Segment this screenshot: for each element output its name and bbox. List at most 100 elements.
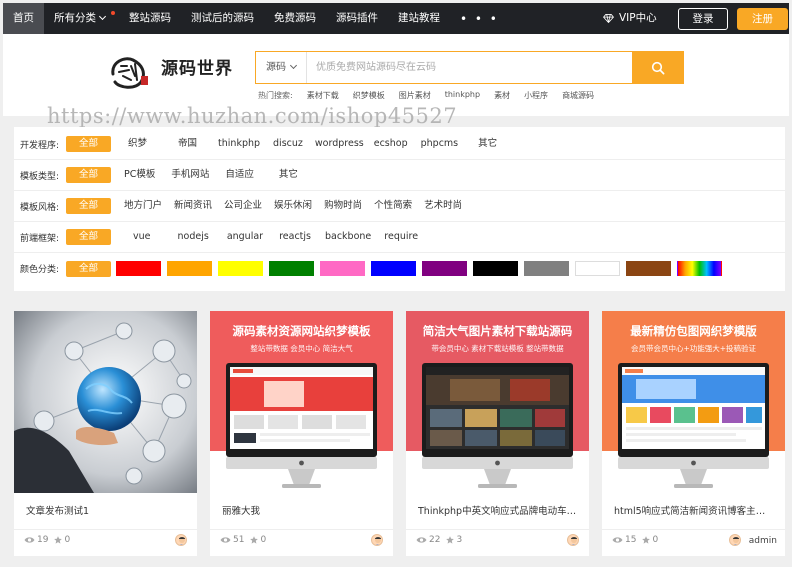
card-thumbnail-globe[interactable] <box>14 311 197 493</box>
hot-search-term[interactable]: 小程序 <box>524 90 548 101</box>
logo-text: 源码世界 <box>161 59 233 79</box>
nav-all-categories[interactable]: 所有分类 <box>44 3 119 34</box>
hot-search-term[interactable]: 素材下载 <box>307 90 339 101</box>
filter-option[interactable]: PC模板 <box>124 167 155 183</box>
chevron-down-icon <box>98 12 107 21</box>
filter-option[interactable]: 个性简索 <box>374 198 412 214</box>
card-title[interactable]: 丽雅大我 <box>222 503 382 517</box>
filter-option-all[interactable]: 全部 <box>66 260 111 277</box>
hot-search-term[interactable]: 图片素材 <box>399 90 431 101</box>
nav-tested-source[interactable]: 测试后的源码 <box>181 3 264 34</box>
filter-option[interactable]: 新闻资讯 <box>174 198 212 214</box>
hot-search-term[interactable]: 素材 <box>494 90 510 101</box>
resource-card[interactable]: 最新精仿包图网织梦模版 会员带会员中心+功能强大+投稿验证 html5响应式简洁… <box>602 311 785 556</box>
filter-option-all[interactable]: 全部 <box>66 167 111 183</box>
filter-option[interactable]: reactjs <box>279 229 311 245</box>
color-swatch[interactable] <box>473 261 518 276</box>
filter-option[interactable]: 艺术时尚 <box>424 198 462 214</box>
author-avatar[interactable] <box>567 534 579 546</box>
author-name[interactable]: admin <box>749 536 777 546</box>
filter-option[interactable]: thinkphp <box>218 136 260 152</box>
filter-row-frontend-framework: 前端框架: 全部 vue nodejs angular reactjs back… <box>14 222 785 253</box>
search-button[interactable] <box>632 52 683 83</box>
nav-home[interactable]: 首页 <box>3 3 44 34</box>
site-logo[interactable]: 源码世界 <box>107 52 242 92</box>
color-swatch[interactable] <box>422 261 467 276</box>
filter-option[interactable]: 织梦 <box>128 136 147 152</box>
color-swatch[interactable] <box>218 261 263 276</box>
card-title[interactable]: Thinkphp中英文响应式品牌电动车集… <box>418 503 578 517</box>
color-swatch[interactable] <box>269 261 314 276</box>
color-swatch[interactable] <box>320 261 365 276</box>
star-count: 0 <box>260 535 267 545</box>
author-avatar[interactable] <box>729 534 741 546</box>
color-swatch[interactable] <box>626 261 671 276</box>
filter-option[interactable]: nodejs <box>178 229 209 245</box>
hot-search-term[interactable]: thinkphp <box>445 90 480 101</box>
eye-icon <box>612 537 623 543</box>
filter-option[interactable]: require <box>384 229 418 245</box>
filter-panel: 开发程序: 全部 织梦 帝国 thinkphp discuz wordpress… <box>14 127 785 291</box>
filter-option-all[interactable]: 全部 <box>66 198 111 214</box>
avatar-face-icon <box>733 537 739 545</box>
search-icon <box>651 61 664 74</box>
banner-title: 源码素材资源网站织梦模板 <box>232 324 371 338</box>
color-swatch[interactable] <box>116 261 161 276</box>
nav-free-source[interactable]: 免费源码 <box>264 3 326 34</box>
filter-option[interactable]: 其它 <box>478 136 497 152</box>
color-swatch[interactable] <box>524 261 569 276</box>
filter-option[interactable]: 地方门户 <box>124 198 162 214</box>
card-thumbnail-banner[interactable]: 最新精仿包图网织梦模版 会员带会员中心+功能强大+投稿验证 <box>602 311 785 493</box>
card-divider <box>406 529 589 530</box>
filter-option[interactable]: phpcms <box>421 136 459 152</box>
filter-option[interactable]: 帝国 <box>178 136 197 152</box>
filter-option[interactable]: 手机网站 <box>171 167 209 183</box>
star-icon <box>446 536 455 544</box>
filter-option[interactable]: backbone <box>325 229 371 245</box>
hot-search-term[interactable]: 织梦模板 <box>353 90 385 101</box>
filter-option[interactable]: 其它 <box>279 167 298 183</box>
card-divider <box>14 529 197 530</box>
card-thumbnail-banner[interactable]: 简洁大气图片素材下载站源码 带会员中心 素材下载站模板 整站带数据 <box>406 311 589 493</box>
card-title[interactable]: 文章发布测试1 <box>26 503 186 517</box>
filter-label: 模板类型: <box>20 171 60 182</box>
view-count: 22 <box>429 535 441 545</box>
resource-card[interactable]: 源码素材资源网站织梦模板 整站带数据 会员中心 简洁大气 丽雅大我 51 0 <box>210 311 393 556</box>
filter-option[interactable]: vue <box>133 229 151 245</box>
filter-option[interactable]: wordpress <box>315 136 364 152</box>
filter-option[interactable]: 自适应 <box>225 167 254 183</box>
nav-full-site-source[interactable]: 整站源码 <box>119 3 181 34</box>
card-thumbnail-banner[interactable]: 源码素材资源网站织梦模板 整站带数据 会员中心 简洁大气 <box>210 311 393 493</box>
color-swatch[interactable] <box>677 261 722 276</box>
filter-option[interactable]: ecshop <box>374 136 408 152</box>
card-title[interactable]: html5响应式简洁新闻资讯博客主题织… <box>614 503 774 517</box>
search-input[interactable] <box>307 52 632 83</box>
star-icon <box>642 536 651 544</box>
author-avatar[interactable] <box>371 534 383 546</box>
search-category-select[interactable]: 源码 <box>256 52 307 83</box>
filter-row-color: 颜色分类: 全部 <box>14 253 785 284</box>
login-button[interactable]: 登录 <box>678 8 728 30</box>
filter-option[interactable]: 娱乐休闲 <box>274 198 312 214</box>
nav-plugins[interactable]: 源码插件 <box>326 3 388 34</box>
filter-option-all[interactable]: 全部 <box>66 136 111 152</box>
filter-row-template-type: 模板类型: 全部 PC模板 手机网站 自适应 其它 <box>14 160 785 191</box>
color-swatch[interactable] <box>575 261 620 276</box>
author-avatar[interactable] <box>175 534 187 546</box>
register-button[interactable]: 注册 <box>737 8 788 30</box>
filter-option[interactable]: angular <box>227 229 263 245</box>
filter-option[interactable]: discuz <box>273 136 303 152</box>
resource-card[interactable]: 文章发布测试1 19 0 <box>14 311 197 556</box>
star-icon <box>250 536 259 544</box>
color-swatch[interactable] <box>167 261 212 276</box>
vip-center-link[interactable]: VIP中心 <box>603 3 657 34</box>
color-swatch[interactable] <box>371 261 416 276</box>
hot-search-term[interactable]: 商城源码 <box>562 90 594 101</box>
filter-option[interactable]: 购物时尚 <box>324 198 362 214</box>
resource-card[interactable]: 简洁大气图片素材下载站源码 带会员中心 素材下载站模板 整站带数据 Thinkp… <box>406 311 589 556</box>
filter-option[interactable]: 公司企业 <box>224 198 262 214</box>
nav-tutorials[interactable]: 建站教程 <box>388 3 450 34</box>
nav-more-icon[interactable]: • • • <box>450 12 509 26</box>
filter-option-all[interactable]: 全部 <box>66 229 111 245</box>
view-count: 19 <box>37 535 49 545</box>
